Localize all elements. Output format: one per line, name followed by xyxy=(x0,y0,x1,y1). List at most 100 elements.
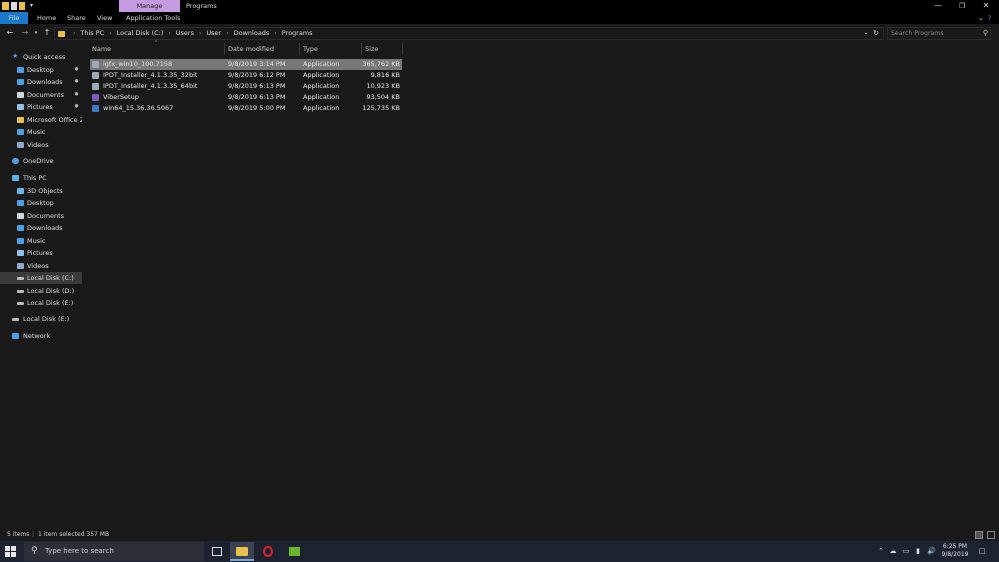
network-tray-icon[interactable]: ▭ xyxy=(902,547,910,555)
nav-quick-access[interactable]: ★ Quick access xyxy=(0,51,82,63)
file-date: 9/8/2019 6:13 PM xyxy=(228,93,286,101)
minimize-button[interactable]: — xyxy=(926,0,950,12)
file-row[interactable]: IPDT_Installer_4.1.3.35_64bit 9/8/2019 6:… xyxy=(90,81,402,92)
pin-icon[interactable]: ✸ xyxy=(74,64,79,76)
this-pc-item[interactable]: Videos xyxy=(0,260,82,272)
notifications-icon[interactable]: □ xyxy=(978,547,986,555)
file-type: Application xyxy=(303,104,340,112)
file-row[interactable]: IPDT_Installer_4.1.3.35_32bit 9/8/2019 6:… xyxy=(90,70,402,81)
nav-label: Documents xyxy=(27,90,65,99)
new-folder-icon[interactable] xyxy=(19,2,25,10)
maximize-button[interactable]: ❐ xyxy=(950,0,974,12)
search-icon: ⚲ xyxy=(982,29,988,37)
volume-tray-icon[interactable]: 🔊 xyxy=(927,547,936,555)
tab-home[interactable]: Home xyxy=(37,12,56,24)
refresh-icon[interactable]: ↻ xyxy=(871,28,881,38)
quick-access-item[interactable]: Pictures ✸ xyxy=(0,101,82,113)
task-view-icon[interactable] xyxy=(205,542,229,561)
recent-locations-icon[interactable]: ▾ xyxy=(31,28,41,38)
search-input[interactable] xyxy=(891,28,981,39)
search-box[interactable]: ⚲ xyxy=(887,27,991,40)
column-divider[interactable] xyxy=(299,43,300,55)
up-arrow-icon[interactable]: ↑ xyxy=(42,28,52,38)
breadcrumb-this-pc[interactable]: This PC xyxy=(80,27,104,40)
this-pc-item[interactable]: Pictures xyxy=(0,247,82,259)
column-header-name[interactable]: Name xyxy=(92,43,111,55)
breadcrumb-users[interactable]: Users xyxy=(176,27,194,40)
help-icon[interactable]: ? xyxy=(988,12,991,24)
breadcrumb-downloads[interactable]: Downloads xyxy=(234,27,270,40)
opera-taskbar-icon[interactable] xyxy=(256,542,280,561)
details-view-icon[interactable] xyxy=(975,531,983,539)
file-row[interactable]: igfx_win10_100.7158 9/8/2019 3:14 PM Appli… xyxy=(90,59,402,70)
breadcrumb-local-disk-c[interactable]: Local Disk (C:) xyxy=(117,27,164,40)
this-pc-item[interactable]: Local Disk (C:) xyxy=(0,272,82,284)
column-divider[interactable] xyxy=(402,43,403,55)
back-arrow-icon[interactable]: ← xyxy=(5,28,15,38)
large-icons-view-icon[interactable] xyxy=(987,531,995,539)
pin-icon[interactable]: ✸ xyxy=(74,89,79,101)
nav-label: Quick access xyxy=(23,53,66,61)
music-icon xyxy=(17,129,24,135)
column-header-type[interactable]: Type xyxy=(303,43,318,55)
this-pc-item[interactable]: Music xyxy=(0,235,82,247)
show-hidden-icons-icon[interactable]: ⌃ xyxy=(877,547,885,555)
file-list: ⌃ Name Date modified Type Size igfx_win1… xyxy=(82,40,999,529)
file-row[interactable]: win64_15.36.36.5067 9/8/2019 5:00 PM Appli… xyxy=(90,103,402,114)
this-pc-item[interactable]: Desktop xyxy=(0,197,82,209)
file-explorer-taskbar-icon[interactable] xyxy=(230,542,254,561)
pin-icon[interactable]: ✸ xyxy=(74,76,79,88)
column-divider[interactable] xyxy=(361,43,362,55)
status-bar: 5 items | 1 item selected 357 MB xyxy=(0,529,999,541)
battery-tray-icon[interactable]: ▮ xyxy=(914,547,922,555)
file-row[interactable]: ViberSetup 9/8/2019 6:13 PM Application 93,… xyxy=(90,92,402,103)
close-button[interactable]: ✕ xyxy=(974,0,998,12)
quick-access-item[interactable]: Desktop ✸ xyxy=(0,64,82,76)
nvidia-taskbar-icon[interactable] xyxy=(282,542,306,561)
file-name: ViberSetup xyxy=(103,93,139,101)
file-date: 9/8/2019 6:12 PM xyxy=(228,71,286,79)
properties-icon[interactable] xyxy=(11,2,17,10)
this-pc-item[interactable]: Downloads xyxy=(0,222,82,234)
quick-access-item[interactable]: Microsoft Office 20 xyxy=(0,114,82,126)
clock[interactable]: 6:25 PM 9/8/2019 xyxy=(940,543,970,559)
tab-application-tools[interactable]: Application Tools xyxy=(126,12,180,24)
this-pc-item[interactable]: Local Disk (D:) xyxy=(0,285,82,297)
windows-start-icon[interactable] xyxy=(5,546,16,557)
column-divider[interactable] xyxy=(224,43,225,55)
clock-date: 9/8/2019 xyxy=(941,551,969,558)
column-header-date-modified[interactable]: Date modified xyxy=(228,43,274,55)
expand-ribbon-icon[interactable]: ⌄ xyxy=(978,12,984,24)
breadcrumb-programs[interactable]: Programs xyxy=(282,27,313,40)
file-size: 9,816 KB xyxy=(370,71,400,79)
nav-label: Pictures xyxy=(27,103,53,111)
nav-local-disk-e[interactable]: Local Disk (E:) xyxy=(0,313,82,325)
tab-view[interactable]: View xyxy=(97,12,112,24)
this-pc-item[interactable]: 3D Objects xyxy=(0,185,82,197)
address-dropdown-icon[interactable]: ⌄ xyxy=(861,28,871,38)
nav-this-pc[interactable]: This PC xyxy=(0,172,82,184)
column-header-size[interactable]: Size xyxy=(365,43,378,55)
file-name: IPDT_Installer_4.1.3.35_32bit xyxy=(103,71,198,79)
quick-access-item[interactable]: Videos xyxy=(0,139,82,151)
breadcrumb: › This PC › Local Disk (C:) › Users › Us… xyxy=(68,27,313,40)
nav-network[interactable]: Network xyxy=(0,330,82,342)
nav-onedrive[interactable]: OneDrive xyxy=(0,155,82,167)
pin-icon[interactable]: ✸ xyxy=(74,101,79,113)
breadcrumb-user[interactable]: User xyxy=(206,27,221,40)
forward-arrow-icon[interactable]: → xyxy=(20,28,30,38)
tab-manage[interactable]: Manage xyxy=(119,0,180,12)
quick-access-item[interactable]: Downloads ✸ xyxy=(0,76,82,88)
nav-label: Local Disk (E:) xyxy=(23,315,70,323)
this-pc-item[interactable]: Local Disk (E:) xyxy=(0,297,82,309)
clock-time: 6:25 PM xyxy=(942,543,968,550)
quick-access-dropdown-icon[interactable]: ▾ xyxy=(30,2,36,10)
quick-access-item[interactable]: Music xyxy=(0,126,82,138)
this-pc-item[interactable]: Documents xyxy=(0,210,82,222)
taskbar-search[interactable]: ⚲ Type here to search xyxy=(24,542,204,561)
tab-share[interactable]: Share xyxy=(67,12,86,24)
quick-access-item[interactable]: Documents ✸ xyxy=(0,89,82,101)
tab-file[interactable]: File xyxy=(0,12,28,24)
onedrive-tray-icon[interactable]: ☁ xyxy=(889,547,897,555)
application-icon xyxy=(92,94,99,101)
